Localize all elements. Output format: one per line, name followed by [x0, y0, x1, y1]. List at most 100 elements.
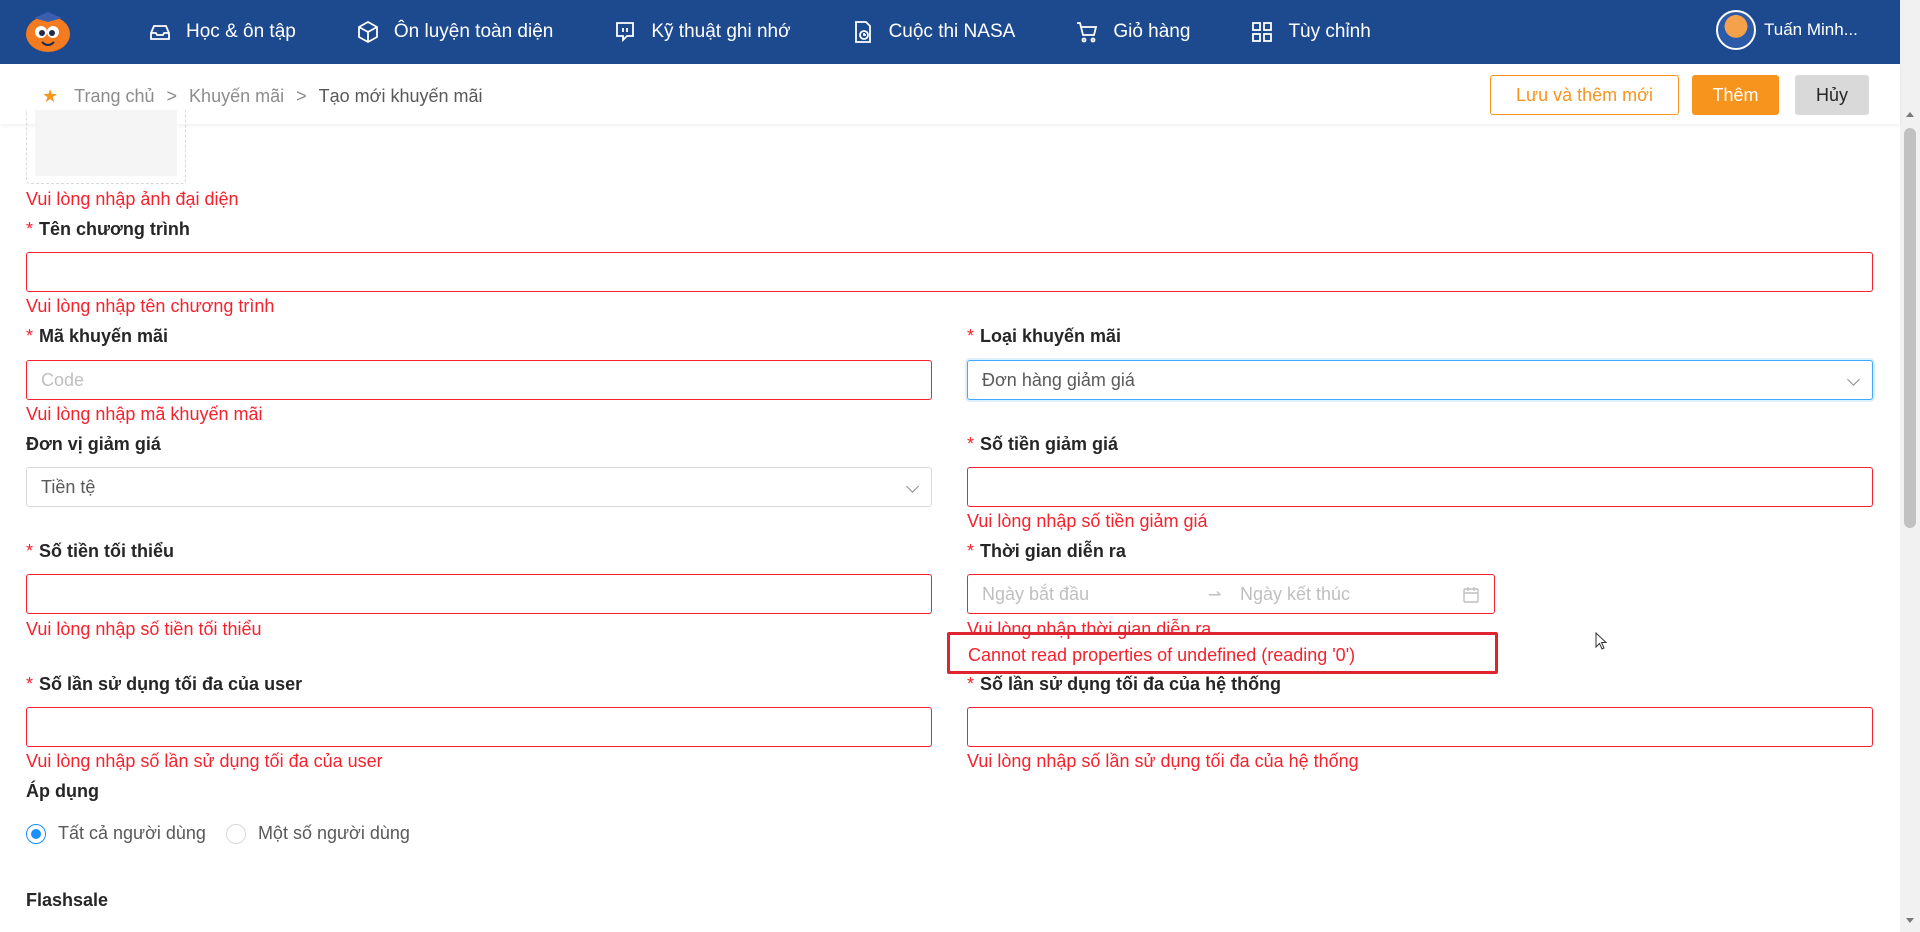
nav-item-gio-hang[interactable]: Giỏ hàng	[1075, 20, 1190, 44]
nav-item-label: Giỏ hàng	[1113, 21, 1191, 42]
nav-item-cuoc-thi-nasa[interactable]: Cuộc thi NASA	[851, 20, 1016, 44]
nav-item-label: Học & ôn tập	[186, 21, 296, 42]
nav-item-label: Tùy chỉnh	[1288, 21, 1371, 42]
range-separator-icon: ⇀	[1208, 587, 1222, 604]
add-button[interactable]: Thêm	[1692, 75, 1779, 115]
calendar-icon	[1463, 587, 1479, 603]
document-clock-icon	[854, 21, 871, 43]
radio-selected-icon	[26, 823, 46, 844]
required-mark: *	[967, 541, 975, 561]
brand-logo-icon[interactable]	[22, 8, 74, 54]
promo-code-error: Vui lòng nhập mã khuyến mãi	[26, 404, 263, 424]
duration-label: * Thời gian diễn ra	[967, 541, 1126, 562]
discount-amount-label-text: Số tiền giảm giá	[980, 434, 1119, 454]
required-mark: *	[967, 326, 975, 346]
max-user-usage-label: * Số lần sử dụng tối đa của user	[26, 674, 302, 695]
required-mark: *	[26, 326, 34, 346]
discount-unit-select[interactable]: Tiền tệ	[26, 467, 932, 507]
breadcrumb: ★ Trang chủ > Khuyến mãi > Tạo mới khuyế…	[42, 86, 483, 107]
breadcrumb-home[interactable]: Trang chủ	[74, 86, 154, 107]
nav-item-label: Cuộc thi NASA	[888, 21, 1016, 42]
cube-icon	[357, 20, 378, 44]
breadcrumb-separator: >	[166, 86, 178, 106]
breadcrumb-separator: >	[296, 86, 307, 106]
chat-icon	[616, 22, 635, 43]
required-mark: *	[967, 674, 975, 694]
nav-item-label: Kỹ thuật ghi nhớ	[651, 21, 791, 42]
radio-all-users[interactable]: Tất cả người dùng	[26, 823, 206, 844]
star-icon: ★	[42, 86, 59, 106]
avatar-error: Vui lòng nhập ảnh đại diện	[26, 189, 239, 209]
required-mark: *	[967, 434, 975, 454]
scroll-down-icon[interactable]	[1906, 918, 1914, 923]
required-mark: *	[26, 541, 34, 561]
program-name-input[interactable]	[26, 252, 1873, 292]
chevron-down-icon	[906, 480, 919, 493]
promo-type-label: * Loại khuyến mãi	[967, 326, 1121, 347]
min-amount-error: Vui lòng nhập số tiền tối thiểu	[26, 619, 262, 639]
max-system-usage-label-text: Số lần sử dụng tối đa của hệ thống	[980, 674, 1282, 694]
breadcrumb-current: Tạo mới khuyến mãi	[318, 86, 483, 106]
avatar-upload-preview	[35, 110, 177, 176]
radio-unselected-icon	[225, 823, 246, 844]
avatar	[1716, 10, 1756, 50]
scroll-up-icon[interactable]	[1906, 112, 1914, 117]
radio-all-users-label: Tất cả người dùng	[58, 823, 206, 843]
flashsale-label: Flashsale	[26, 890, 109, 910]
save-and-add-button[interactable]: Lưu và thêm mới	[1490, 75, 1679, 115]
breadcrumb-section[interactable]: Khuyến mãi	[189, 86, 284, 107]
nav-item-ky-thuat-ghi-nho[interactable]: Kỹ thuật ghi nhớ	[613, 20, 791, 44]
max-user-usage-label-text: Số lần sử dụng tối đa của user	[39, 674, 303, 694]
min-amount-label: * Số tiền tối thiểu	[26, 541, 174, 562]
nav-item-hoc-on-tap[interactable]: Học & ôn tập	[148, 20, 296, 44]
scrollbar-thumb[interactable]	[1904, 128, 1916, 528]
discount-unit-label: Đơn vị giảm giá	[26, 434, 161, 454]
required-mark: *	[26, 674, 34, 694]
discount-amount-label: * Số tiền giảm giá	[967, 434, 1118, 455]
user-menu[interactable]: Tuấn Minh...	[1716, 10, 1858, 50]
program-name-error: Vui lòng nhập tên chương trình	[26, 296, 275, 316]
radio-some-users-label: Một số người dùng	[257, 823, 410, 843]
apply-radio-group: Tất cả người dùng Một số người dùng	[26, 823, 430, 844]
user-name: Tuấn Minh...	[1764, 20, 1858, 39]
end-date-input[interactable]: Ngày kết thúc	[1240, 575, 1350, 613]
apply-label: Áp dụng	[26, 781, 99, 801]
max-user-usage-input[interactable]	[26, 707, 932, 747]
avatar-upload[interactable]	[26, 110, 186, 184]
duration-label-text: Thời gian diễn ra	[980, 541, 1126, 561]
promo-code-label-text: Mã khuyến mãi	[39, 326, 169, 346]
discount-unit-value: Tiền tệ	[41, 476, 96, 497]
inbox-icon	[150, 25, 170, 40]
max-system-usage-input[interactable]	[967, 707, 1873, 747]
radio-some-users[interactable]: Một số người dùng	[225, 823, 410, 844]
page-scrollbar[interactable]	[1900, 0, 1920, 932]
cart-icon	[1077, 22, 1098, 43]
discount-amount-error: Vui lòng nhập số tiền giảm giá	[967, 511, 1208, 531]
program-name-label: * Tên chương trình	[26, 219, 190, 240]
mouse-cursor-icon	[1595, 632, 1608, 650]
grid-icon	[1252, 22, 1273, 42]
min-amount-input[interactable]	[26, 574, 932, 614]
max-user-usage-error: Vui lòng nhập số lần sử dụng tối đa của …	[26, 751, 383, 771]
top-navbar: Học & ôn tập Ôn luyện toàn diện Kỹ thuật…	[0, 0, 1900, 64]
max-system-usage-error: Vui lòng nhập số lần sử dụng tối đa của …	[967, 751, 1359, 771]
duration-range-picker[interactable]: Ngày bắt đầu ⇀ Ngày kết thúc	[967, 574, 1495, 614]
promo-code-input[interactable]: Code	[26, 360, 932, 400]
promo-type-select[interactable]: Đơn hàng giảm giá	[967, 360, 1873, 400]
start-date-input[interactable]: Ngày bắt đầu	[982, 584, 1089, 605]
nav-item-tuy-chinh[interactable]: Tùy chỉnh	[1250, 20, 1371, 44]
main-nav: Học & ôn tập Ôn luyện toàn diện Kỹ thuật…	[148, 0, 1431, 64]
runtime-error-text: Cannot read properties of undefined (rea…	[968, 645, 1356, 665]
cancel-button[interactable]: Hủy	[1795, 75, 1869, 115]
nav-item-on-luyen[interactable]: Ôn luyện toàn diện	[356, 20, 554, 44]
promo-type-value: Đơn hàng giảm giá	[982, 369, 1135, 390]
program-name-label-text: Tên chương trình	[39, 219, 190, 239]
max-system-usage-label: * Số lần sử dụng tối đa của hệ thống	[967, 674, 1281, 695]
chevron-down-icon	[1847, 373, 1860, 386]
promo-type-label-text: Loại khuyến mãi	[980, 326, 1122, 346]
required-mark: *	[26, 219, 34, 239]
nav-item-label: Ôn luyện toàn diện	[393, 21, 554, 42]
discount-amount-input[interactable]	[967, 467, 1873, 507]
runtime-error-message: Cannot read properties of undefined (rea…	[947, 632, 1498, 674]
min-amount-label-text: Số tiền tối thiểu	[39, 541, 175, 561]
